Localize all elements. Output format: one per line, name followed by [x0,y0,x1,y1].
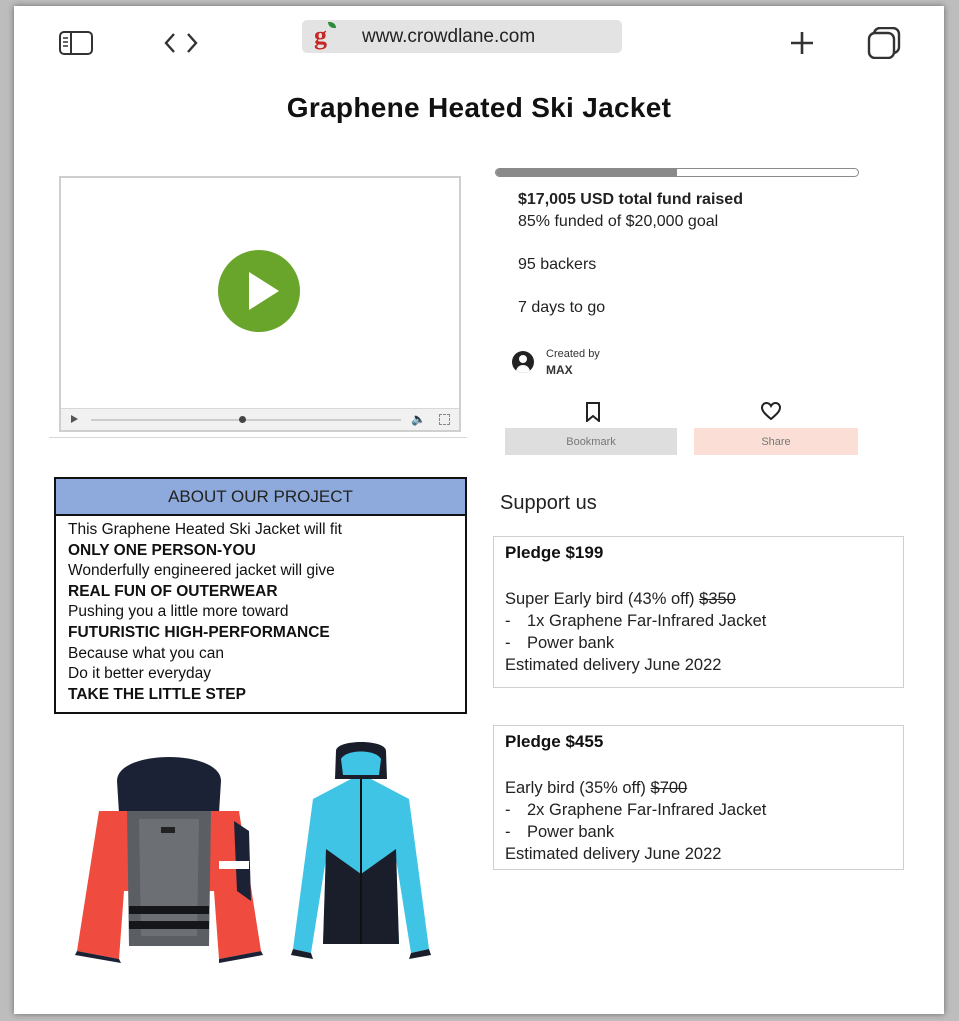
seek-bar[interactable] [91,419,401,421]
browser-window: g www.crowdlane.com Graphene Heated Ski … [14,6,944,1014]
total-raised: $17,005 USD total fund raised [518,191,743,208]
new-tab-icon[interactable] [782,26,822,60]
funding-progress-bar [495,168,859,177]
about-line: Wonderfully engineered jacket will give [68,562,335,580]
funding-progress-fill [496,169,677,176]
about-text: This Graphene Heated Ski Jacket will fit… [56,516,465,705]
pledge-delivery: Estimated delivery June 2022 [505,845,722,863]
pledge-title: Pledge $199 [505,543,604,562]
about-line: Pushing you a little more toward [68,603,289,621]
pledge-card-199[interactable]: Pledge $199 Super Early bird (43% off) $… [493,536,904,688]
pledge-item: -2x Graphene Far-Infrared Jacket [505,801,767,819]
days-left: 7 days to go [518,299,606,316]
fullscreen-icon[interactable] [439,414,450,425]
seek-handle[interactable] [239,416,246,423]
control-play-icon[interactable] [71,415,78,423]
pledge-title: Pledge $455 [505,732,604,751]
address-bar[interactable]: g www.crowdlane.com [302,20,622,53]
blue-jacket-image [291,742,431,959]
pledge-delivery: Estimated delivery June 2022 [505,656,722,674]
site-logo: g [314,21,327,50]
about-line: Because what you can [68,644,224,662]
about-heading: ABOUT OUR PROJECT [56,479,465,516]
account-circle-icon [512,351,534,373]
red-jacket-image [75,757,263,963]
share-button[interactable]: Share [694,428,858,455]
support-heading: Support us [500,492,597,514]
about-project-box: ABOUT OUR PROJECT This Graphene Heated S… [54,477,467,714]
about-line: ONLY ONE PERSON-YOU [68,541,256,559]
original-price: $700 [650,779,688,797]
bookmark-icon[interactable] [585,402,601,427]
about-line: Do it better everyday [68,665,212,683]
site-logo-leaf-icon [328,22,336,28]
about-line: This Graphene Heated Ski Jacket will fit [68,521,342,538]
about-line: TAKE THE LITTLE STEP [68,685,246,703]
pledge-item: - Power bank [505,823,615,841]
original-price: $350 [699,590,736,608]
backers-count: 95 backers [518,256,597,273]
heart-icon[interactable] [760,401,782,426]
url-text: www.crowdlane.com [362,26,536,47]
bookmark-button[interactable]: Bookmark [505,428,677,455]
tabs-overview-icon[interactable] [864,26,904,60]
funded-percent: 85% funded of $20,000 goal [518,213,719,230]
pledge-tier: Early bird (35% off) $700 [505,779,688,797]
video-player[interactable]: 🔈 [59,176,461,432]
sidebar-toggle-icon[interactable] [56,26,96,60]
pledge-item: - Power bank [505,634,615,652]
pledge-tier: Super Early bird (43% off) $350 [505,590,736,608]
about-line: REAL FUN OF OUTERWEAR [68,582,278,600]
created-by-label: Created by [546,348,600,360]
play-icon[interactable] [218,250,300,332]
page-title: Graphene Heated Ski Jacket [286,92,672,123]
pledge-card-455[interactable]: Pledge $455 Early bird (35% off) $700 -2… [493,725,904,870]
forward-icon[interactable] [172,26,212,60]
pledge-item: -1x Graphene Far-Infrared Jacket [505,612,767,630]
volume-icon[interactable]: 🔈 [411,412,426,426]
creator-name[interactable]: MAX [546,363,573,377]
about-line: FUTURISTIC HIGH-PERFORMANCE [68,623,330,641]
divider [49,437,467,438]
video-controls: 🔈 [61,408,459,430]
